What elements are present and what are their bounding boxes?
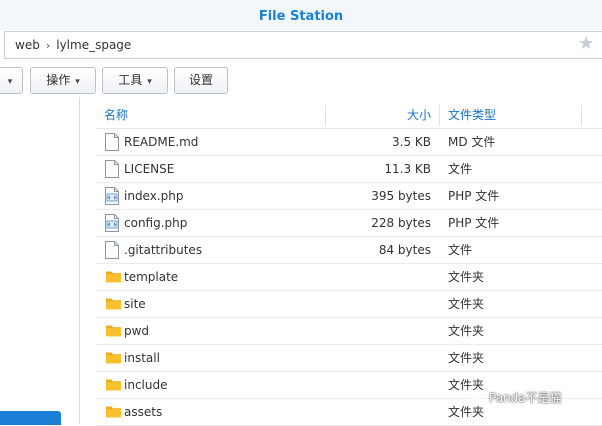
file-type: 文件: [448, 243, 473, 257]
code-file-icon: [105, 187, 121, 205]
file-icon: [105, 241, 121, 259]
column-divider[interactable]: [325, 105, 326, 126]
breadcrumb-item-web[interactable]: web: [15, 32, 40, 58]
wechat-icon: [469, 389, 486, 409]
settings-button[interactable]: 设置: [174, 67, 228, 94]
file-row[interactable]: config.php 228 bytes PHP 文件: [96, 210, 602, 237]
folder-row[interactable]: template 文件夹: [96, 264, 602, 291]
file-name: template: [124, 270, 179, 284]
code-file-icon: [105, 214, 121, 232]
settings-label: 设置: [188, 73, 213, 87]
file-list-header: 名称 大小 文件类型: [96, 102, 602, 129]
watermark: Panda不是猫: [469, 388, 562, 409]
folder-row[interactable]: site 文件夹: [96, 291, 602, 318]
file-row[interactable]: index.php 395 bytes PHP 文件: [96, 183, 602, 210]
file-row[interactable]: .gitattributes 84 bytes 文件: [96, 237, 602, 264]
file-type: 文件夹: [448, 324, 485, 338]
folder-icon: [105, 268, 121, 286]
favorite-star-icon[interactable]: ★: [578, 35, 596, 53]
watermark-text: Panda不是猫: [489, 391, 562, 405]
file-size: 84 bytes: [378, 243, 431, 257]
column-header-size[interactable]: 大小: [407, 102, 431, 129]
file-name: README.md: [124, 135, 199, 149]
operate-menu-label: 操作: [46, 73, 71, 87]
path-bar[interactable]: web › lylme_spage ★: [4, 31, 602, 59]
folder-row[interactable]: install 文件夹: [96, 345, 602, 372]
column-header-name[interactable]: 名称: [104, 102, 128, 129]
file-name: install: [124, 351, 160, 365]
file-row[interactable]: LICENSE 11.3 KB 文件: [96, 156, 602, 183]
file-name: config.php: [124, 216, 188, 230]
file-icon: [105, 133, 121, 151]
file-type: PHP 文件: [448, 216, 500, 230]
column-divider[interactable]: [439, 105, 440, 126]
tools-menu-label: 工具: [118, 73, 143, 87]
file-name: include: [124, 378, 168, 392]
file-name: .gitattributes: [124, 243, 203, 257]
file-type: 文件: [448, 162, 473, 176]
file-size: 11.3 KB: [384, 162, 431, 176]
file-row[interactable]: README.md 3.5 KB MD 文件: [96, 129, 602, 156]
file-icon: [105, 160, 121, 178]
folder-icon: [105, 295, 121, 313]
file-size: 3.5 KB: [392, 135, 431, 149]
file-type: PHP 文件: [448, 189, 500, 203]
folder-icon: [105, 403, 121, 421]
file-list[interactable]: 名称 大小 文件类型 README.md 3.5 KB MD 文件 LICENSE 11…: [96, 102, 602, 426]
operate-menu-button[interactable]: 操作 ▾: [30, 67, 96, 94]
breadcrumb: web › lylme_spage: [15, 32, 131, 59]
column-header-type[interactable]: 文件类型: [448, 102, 496, 129]
chevron-down-icon: ▾: [147, 77, 152, 87]
folder-tree-selected-item[interactable]: [0, 411, 61, 425]
window-title: File Station: [258, 9, 344, 24]
file-type: 文件夹: [448, 351, 485, 365]
file-type: 文件夹: [448, 297, 485, 311]
file-type: 文件夹: [448, 270, 485, 284]
breadcrumb-item-current[interactable]: lylme_spage: [56, 32, 131, 58]
toolbar: ▾ 操作 ▾ 工具 ▾ 设置: [0, 67, 602, 95]
tools-menu-button[interactable]: 工具 ▾: [102, 67, 168, 94]
file-type: MD 文件: [448, 135, 496, 149]
view-dropdown-button[interactable]: ▾: [0, 67, 23, 94]
file-name: index.php: [124, 189, 184, 203]
chevron-down-icon: ▾: [7, 77, 13, 87]
window-titlebar: File Station: [0, 0, 602, 30]
file-name: LICENSE: [124, 162, 175, 176]
file-name: site: [124, 297, 146, 311]
folder-icon: [105, 376, 121, 394]
file-size: 395 bytes: [371, 189, 431, 203]
file-size: 228 bytes: [371, 216, 431, 230]
folder-tree-pane[interactable]: [0, 97, 80, 425]
file-name: pwd: [124, 324, 150, 338]
column-divider[interactable]: [581, 105, 582, 126]
folder-icon: [105, 349, 121, 367]
chevron-down-icon: ▾: [75, 77, 80, 87]
folder-row[interactable]: pwd 文件夹: [96, 318, 602, 345]
folder-icon: [105, 322, 121, 340]
file-name: assets: [124, 405, 163, 419]
breadcrumb-separator: ›: [45, 39, 51, 52]
